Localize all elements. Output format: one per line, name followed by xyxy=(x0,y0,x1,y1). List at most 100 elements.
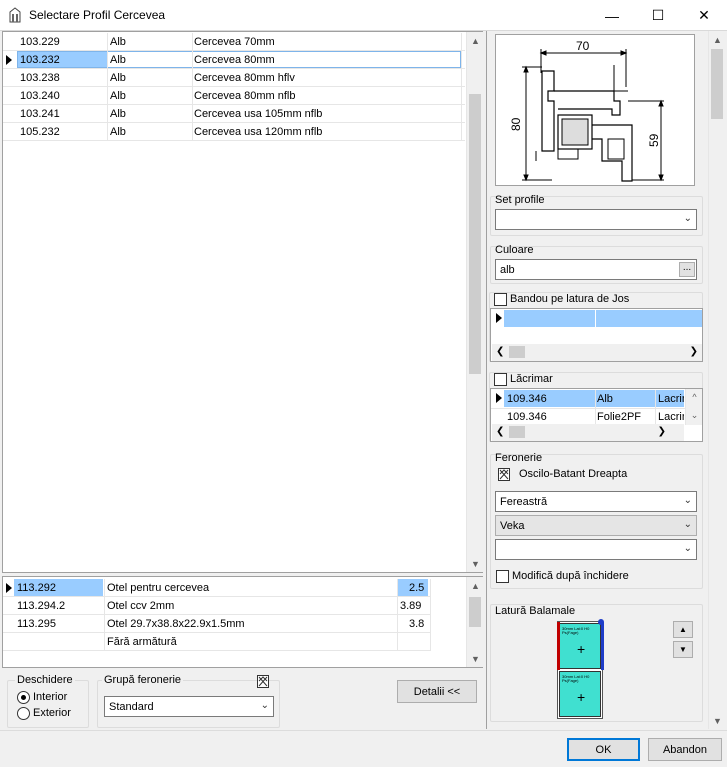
column-divider xyxy=(397,579,398,651)
interior-radio-label[interactable]: Interior xyxy=(33,691,67,703)
color-browse-button[interactable]: ... xyxy=(679,262,695,277)
tilt-turn-icon[interactable] xyxy=(498,468,510,481)
table-row[interactable]: Fără armătură xyxy=(3,633,431,651)
table-row[interactable]: 103.229 Alb Cercevea 70mm xyxy=(3,33,465,51)
set-profile-label: Set profile xyxy=(495,194,545,206)
column-divider xyxy=(655,390,656,424)
modify-after-close-checkbox[interactable] xyxy=(496,570,509,583)
hardware-group-select[interactable]: Standard ⌄ xyxy=(104,696,274,717)
scroll-left-icon[interactable]: ❮ xyxy=(496,346,504,357)
window-type-value: Fereastră xyxy=(500,496,548,508)
scroll-thumb[interactable] xyxy=(469,597,481,627)
profile-cross-section-svg: 70 80 59 xyxy=(509,39,664,182)
scroll-thumb[interactable] xyxy=(509,426,525,438)
exterior-radio-label[interactable]: Exterior xyxy=(33,707,71,719)
scroll-right-icon[interactable]: ❯ xyxy=(690,346,698,357)
hardware-group-icon[interactable] xyxy=(257,675,269,688)
scroll-down-icon[interactable]: ⌄ xyxy=(686,407,702,423)
table-row-selected[interactable]: 113.292 Otel pentru cercevea 2.5 xyxy=(3,579,431,597)
profile-color: Alb xyxy=(110,126,126,138)
bottom-trim-row[interactable] xyxy=(504,310,702,327)
drip-grid[interactable]: 109.346 Alb Lacrim 109.346 Folie2PF Lacr… xyxy=(490,388,703,442)
close-button[interactable]: ✕ xyxy=(681,0,727,31)
move-down-button[interactable]: ▼ xyxy=(673,641,693,658)
drip-name: Lacrim xyxy=(658,393,684,405)
right-panel-scrollbar[interactable]: ▲ ▼ xyxy=(708,31,725,729)
bottom-trim-hscroll[interactable]: ❮ ❯ xyxy=(492,344,702,361)
scroll-left-icon[interactable]: ❮ xyxy=(496,426,504,437)
scroll-down-icon[interactable]: ▼ xyxy=(467,555,484,572)
bottom-trim-label[interactable]: Bandou pe latura de Jos xyxy=(510,293,629,305)
minimize-button[interactable]: — xyxy=(589,0,635,31)
scroll-up-icon[interactable]: ▲ xyxy=(467,577,484,594)
scroll-up-icon[interactable]: ^ xyxy=(686,389,702,405)
drip-code: 109.346 xyxy=(507,411,547,423)
window-type-select[interactable]: Fereastră ⌄ xyxy=(495,491,697,512)
drip-color: Folie2PF xyxy=(597,411,642,423)
profile-code: 103.241 xyxy=(20,108,60,120)
hinge-blue-marker xyxy=(601,622,604,670)
drip-name: Lacrim xyxy=(658,411,684,423)
profiles-grid[interactable]: 103.229 Alb Cercevea 70mm 103.232 Alb Ce… xyxy=(2,31,483,573)
ok-button[interactable]: OK xyxy=(567,738,640,761)
interior-radio[interactable] xyxy=(17,691,30,704)
scroll-down-icon[interactable]: ▼ xyxy=(467,650,484,667)
hardware-extra-select[interactable]: ⌄ xyxy=(495,539,697,560)
reinforcement-name: Fără armătură xyxy=(107,636,177,648)
profiles-vertical-scrollbar[interactable]: ▲ ▼ xyxy=(466,32,483,572)
table-row[interactable]: 113.295 Otel 29.7x38.8x22.9x1.5mm 3.8 xyxy=(3,615,431,633)
reinforcement-value: 3.89 xyxy=(400,600,422,612)
details-button[interactable]: Detalii << xyxy=(397,680,477,703)
profile-name: Cercevea usa 105mm nflb xyxy=(194,108,323,120)
reinforcement-code: 113.294.2 xyxy=(17,600,66,612)
table-row[interactable]: 103.238 Alb Cercevea 80mm hflv xyxy=(3,69,465,87)
hardware-group-value: Standard xyxy=(109,701,154,713)
row-pointer-icon xyxy=(6,583,12,593)
chevron-down-icon: ⌄ xyxy=(260,700,269,711)
reinforcement-grid[interactable]: 113.292 Otel pentru cercevea 2.5 113.294… xyxy=(2,576,483,668)
color-value: alb xyxy=(500,264,515,276)
reinforcement-name: Otel 29.7x38.8x22.9x1.5mm xyxy=(107,618,245,630)
drip-hscroll[interactable]: ❮ ❯ xyxy=(492,424,684,441)
exterior-radio[interactable] xyxy=(17,707,30,720)
table-row[interactable]: 103.240 Alb Cercevea 80mm nflb xyxy=(3,87,465,105)
drip-checkbox[interactable] xyxy=(494,373,507,386)
triangle-up-icon: ▲ xyxy=(679,625,687,634)
bottom-trim-grid[interactable]: ❮ ❯ xyxy=(490,308,703,362)
bottom-trim-checkbox[interactable] xyxy=(494,293,507,306)
scroll-up-icon[interactable]: ▲ xyxy=(709,31,726,48)
move-up-button[interactable]: ▲ xyxy=(673,621,693,638)
opening-group: Deschidere Interior Exterior xyxy=(7,674,89,728)
reinforcement-vertical-scrollbar[interactable]: ▲ ▼ xyxy=(466,577,483,667)
profile-cross-section-drawing: 70 80 59 xyxy=(495,34,695,186)
table-row[interactable]: 113.294.2 Otel ccv 2mm 3.89 xyxy=(3,597,431,615)
scroll-thumb[interactable] xyxy=(509,346,525,358)
scroll-thumb[interactable] xyxy=(711,49,723,119)
opening-group-label: Deschidere xyxy=(15,674,75,686)
drip-label[interactable]: Lăcrimar xyxy=(510,373,553,385)
profile-name: Cercevea 80mm hflv xyxy=(194,72,295,84)
set-profile-group: Set profile ⌄ xyxy=(490,194,703,236)
color-input[interactable]: alb xyxy=(495,259,697,280)
modify-after-close-label[interactable]: Modifică după închidere xyxy=(512,570,629,582)
profile-code: 103.232 xyxy=(20,54,60,66)
set-profile-select[interactable]: ⌄ xyxy=(495,209,697,230)
table-row[interactable]: 103.241 Alb Cercevea usa 105mm nflb xyxy=(3,105,465,123)
profile-name: Cercevea 70mm xyxy=(194,36,275,48)
chevron-down-icon: ⌄ xyxy=(683,495,692,506)
hardware-brand-select[interactable]: Veka ⌄ xyxy=(495,515,697,536)
drip-vscroll[interactable]: ^ ⌄ xyxy=(685,389,702,425)
scroll-up-icon[interactable]: ▲ xyxy=(467,32,484,49)
scroll-down-icon[interactable]: ▼ xyxy=(709,712,726,729)
cancel-button[interactable]: Abandon xyxy=(648,738,722,761)
table-row[interactable]: 105.232 Alb Cercevea usa 120mm nflb xyxy=(3,123,465,141)
profile-name: Cercevea 80mm xyxy=(194,54,275,66)
hinge-preview[interactable]: 30mm Lat:0 H0 Ps(Fage) + 30mm Lat:0 H0 P… xyxy=(557,619,604,719)
sash-top: 30mm Lat:0 H0 Ps(Fage) + xyxy=(559,623,601,669)
hinge-red-marker xyxy=(557,622,560,670)
table-row-selected[interactable]: 103.232 Alb Cercevea 80mm xyxy=(3,51,465,69)
maximize-button[interactable]: ☐ xyxy=(635,0,681,31)
scroll-right-icon[interactable]: ❯ xyxy=(658,426,666,437)
reinforcement-value: 3.8 xyxy=(409,618,425,630)
scroll-thumb[interactable] xyxy=(469,94,481,374)
